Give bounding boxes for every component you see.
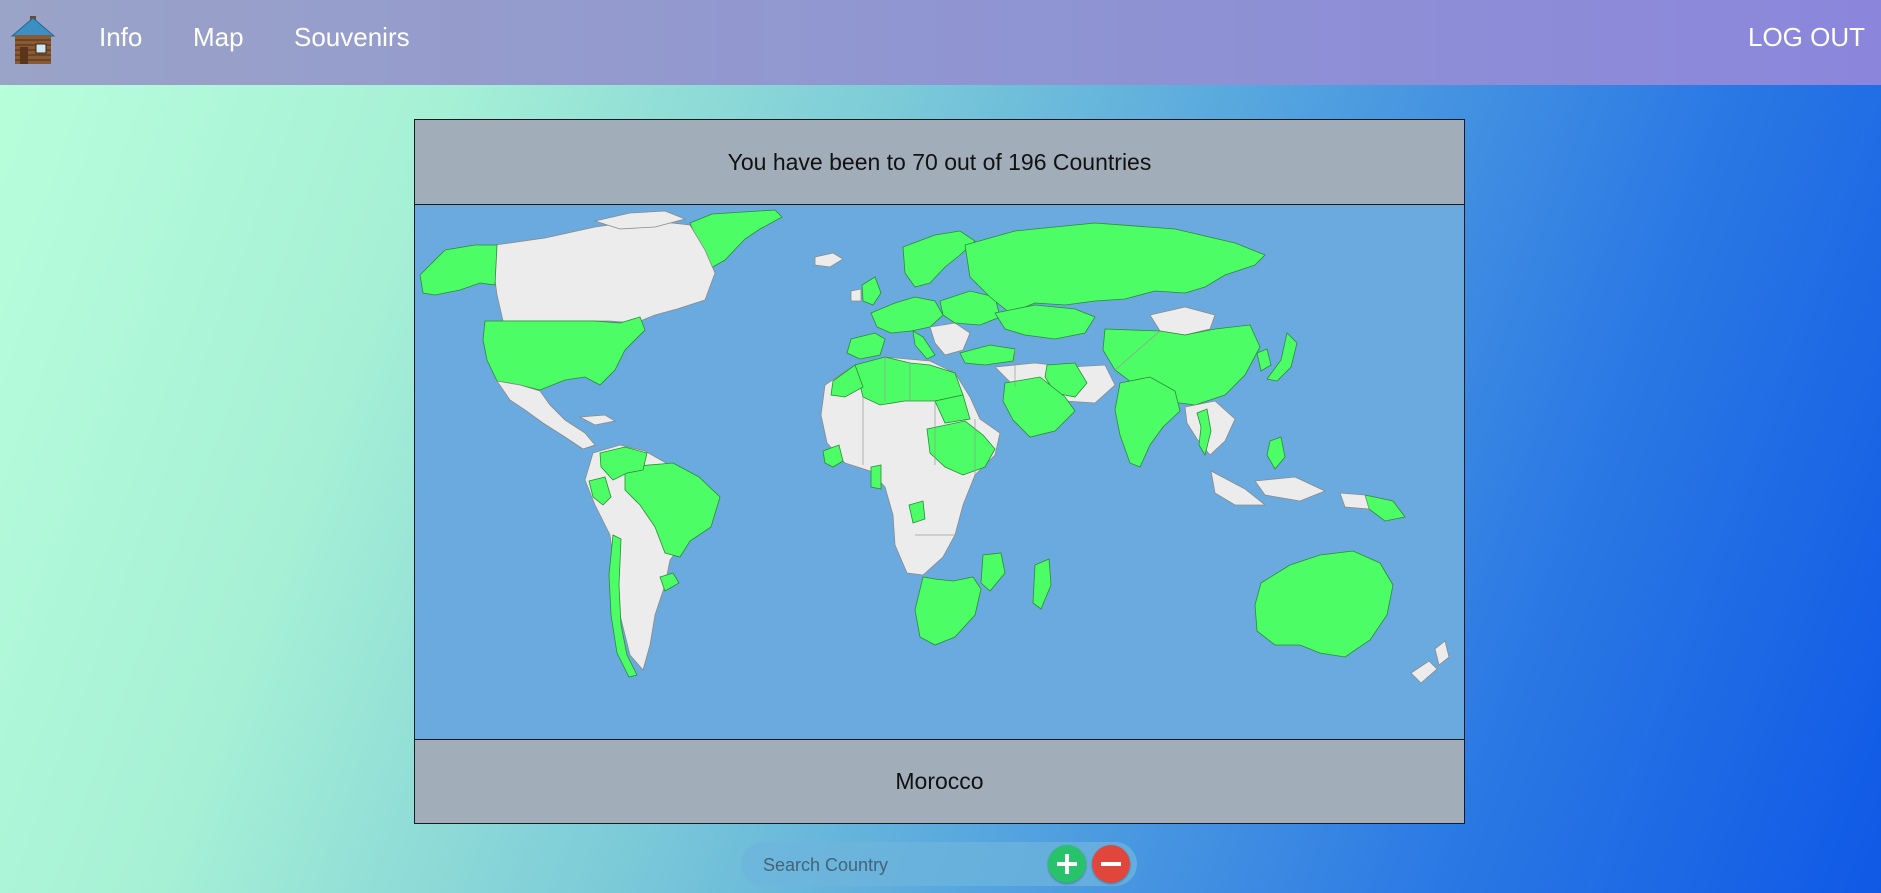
country-north-africa-visited[interactable] [854, 356, 964, 406]
search-country-input[interactable] [761, 848, 1045, 882]
country-canada[interactable] [492, 219, 716, 324]
country-scandinavia[interactable] [902, 230, 976, 288]
country-alaska[interactable] [419, 244, 498, 296]
country-italy[interactable] [912, 330, 936, 360]
caribbean-islands [578, 414, 617, 426]
nav-link-info[interactable]: Info [99, 22, 142, 53]
country-new-guinea-west[interactable] [1339, 492, 1370, 510]
country-korea[interactable] [1256, 348, 1272, 372]
minus-icon [1101, 862, 1121, 866]
top-navbar: Info Map Souvenirs LOG OUT [0, 0, 1881, 85]
visited-summary: You have been to 70 out of 196 Countries [415, 120, 1464, 205]
country-senegal[interactable] [822, 444, 844, 468]
country-ghana[interactable] [870, 464, 882, 490]
country-mozambique[interactable] [980, 552, 1006, 592]
country-balkans[interactable] [929, 322, 971, 356]
country-madagascar[interactable] [1032, 558, 1052, 610]
country-australia[interactable] [1254, 550, 1394, 658]
country-papua-new-guinea[interactable] [1364, 494, 1406, 522]
country-japan[interactable] [1266, 332, 1298, 382]
selected-country: Morocco [415, 739, 1464, 823]
country-iberia[interactable] [846, 332, 886, 360]
country-southern-africa[interactable] [914, 576, 982, 646]
country-uk[interactable] [861, 276, 882, 306]
country-india[interactable] [1114, 376, 1181, 468]
country-kazakhstan[interactable] [994, 304, 1096, 340]
country-ireland[interactable] [850, 288, 862, 302]
log-cabin-icon[interactable] [10, 14, 56, 66]
remove-country-button[interactable] [1092, 845, 1130, 883]
country-indonesia[interactable] [1210, 470, 1267, 506]
nav-link-souvenirs[interactable]: Souvenirs [294, 22, 410, 53]
country-usa[interactable] [482, 316, 646, 391]
nav-link-map[interactable]: Map [193, 22, 244, 53]
world-map[interactable] [415, 205, 1464, 739]
country-philippines[interactable] [1266, 436, 1286, 470]
country-mexico[interactable] [496, 380, 596, 450]
country-iceland[interactable] [814, 252, 844, 268]
add-country-button[interactable] [1048, 845, 1086, 883]
country-russia[interactable] [964, 222, 1266, 314]
country-turkey[interactable] [959, 344, 1016, 366]
indonesia-islands [1254, 476, 1327, 502]
search-bar [741, 842, 1137, 886]
new-zealand-south [1410, 660, 1438, 684]
map-panel: You have been to 70 out of 196 Countries [414, 119, 1465, 824]
plus-icon [1057, 854, 1077, 874]
logout-button[interactable]: LOG OUT [1748, 22, 1865, 53]
country-new-zealand[interactable] [1434, 640, 1450, 666]
